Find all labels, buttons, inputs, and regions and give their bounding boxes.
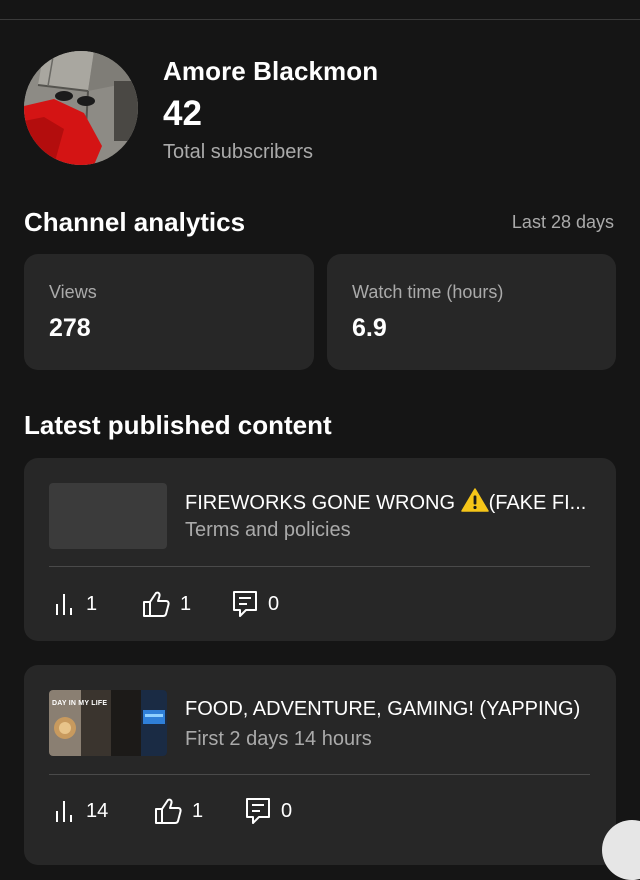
subscriber-label: Total subscribers (163, 141, 314, 163)
likes-metric[interactable]: 1 (154, 797, 203, 825)
views-metric[interactable]: 1 (54, 592, 97, 616)
video-status: Terms and policies (185, 519, 351, 541)
avatar-photo (24, 51, 138, 165)
comment-icon (233, 591, 257, 617)
video-card[interactable]: FIREWORKS GONE WRONG (FAKE FI... Terms a… (24, 458, 616, 641)
likes-count: 1 (180, 592, 192, 615)
views-card[interactable]: Views 278 (24, 254, 314, 370)
comments-count: 0 (268, 592, 280, 615)
bar-chart-icon (56, 594, 72, 615)
bar-chart-icon (56, 801, 72, 822)
channel-header: Amore Blackmon 42 Total subscribers (0, 0, 640, 180)
video-title-suffix: (FAKE FI... (488, 492, 587, 514)
views-value: 278 (49, 314, 91, 342)
views-metric[interactable]: 14 (54, 799, 108, 823)
thumbnail-caption: DAY IN MY LIFE (52, 700, 108, 707)
likes-count: 1 (192, 799, 204, 822)
comment-icon (246, 798, 270, 824)
warning-icon (460, 488, 489, 512)
video-title-text: FIREWORKS GONE WRONG (185, 492, 455, 514)
analytics-title: Channel analytics (24, 207, 246, 237)
views-label: Views (49, 282, 97, 302)
watch-time-label: Watch time (hours) (352, 282, 504, 302)
channel-name: Amore Blackmon (163, 56, 379, 86)
video-divider (49, 774, 590, 775)
subscriber-count: 42 (163, 94, 202, 133)
comments-metric[interactable]: 0 (232, 590, 279, 618)
thumbs-up-icon (155, 798, 182, 824)
watch-time-value: 6.9 (352, 314, 387, 342)
thumbs-up-icon (143, 591, 170, 617)
video-card[interactable]: DAY IN MY LIFE FOOD, ADVENTURE, GAMING! … (24, 665, 616, 865)
video-thumbnail[interactable]: DAY IN MY LIFE (49, 690, 167, 756)
video-status: First 2 days 14 hours (185, 728, 372, 750)
video-title[interactable]: FOOD, ADVENTURE, GAMING! (YAPPING) (185, 698, 595, 721)
video-thumbnail[interactable] (49, 483, 167, 549)
comments-metric[interactable]: 0 (245, 797, 292, 825)
comments-count: 0 (281, 799, 293, 822)
channel-avatar[interactable] (24, 51, 138, 165)
watch-time-card[interactable]: Watch time (hours) 6.9 (327, 254, 616, 370)
latest-content-title: Latest published content (24, 410, 332, 440)
likes-metric[interactable]: 1 (142, 590, 191, 618)
views-count: 14 (86, 799, 109, 822)
video-title[interactable]: FIREWORKS GONE WRONG (FAKE FI... (185, 488, 595, 515)
analytics-period: Last 28 days (511, 212, 614, 232)
video-divider (49, 566, 590, 567)
views-count: 1 (86, 592, 98, 615)
